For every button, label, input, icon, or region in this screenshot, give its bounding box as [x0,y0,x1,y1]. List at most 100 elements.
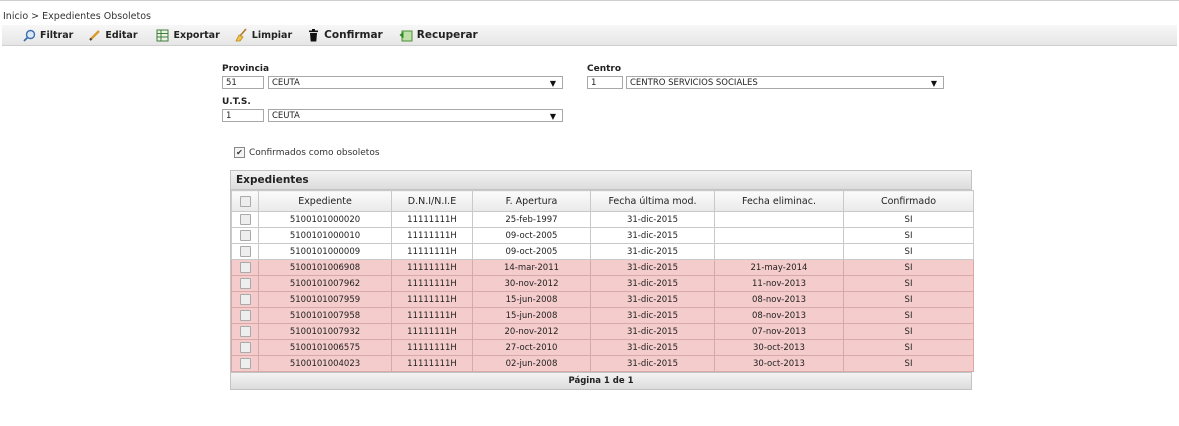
column-header-dni[interactable]: D.N.I/N.I.E [391,190,473,212]
limpiar-button[interactable]: Limpiar [226,25,298,45]
expedientes-table: Expediente D.N.I/N.I.E F. Apertura Fecha… [231,190,974,372]
filtrar-label: Filtrar [40,29,74,41]
cell-eliminac [714,227,844,244]
cell-confirmado: SI [843,275,974,292]
cell-apertura: 15-jun-2008 [472,291,591,308]
pencil-icon [87,28,101,42]
table-row[interactable]: 5100101007959 11111111H 15-jun-2008 31-dic-… [231,291,974,308]
row-checkbox[interactable] [231,291,259,308]
column-header-expediente[interactable]: Expediente [258,190,392,212]
cell-apertura: 27-oct-2010 [472,339,591,356]
cell-eliminac: 08-nov-2013 [714,291,844,308]
table-row[interactable]: 5100101007958 11111111H 15-jun-2008 31-dic-… [231,307,974,324]
dropdown-arrow-icon: ▼ [930,79,937,88]
provincia-code-input[interactable]: 51 [222,76,264,89]
table-row[interactable]: 5100101007932 11111111H 20-nov-2012 31-dic-… [231,323,974,340]
cell-expediente: 5100101004023 [258,355,392,372]
recover-icon [399,28,413,42]
cell-apertura: 14-mar-2011 [472,259,591,276]
confirmados-label: Confirmados como obsoletos [249,147,380,158]
row-checkbox[interactable] [231,323,259,340]
table-row[interactable]: 5100101006575 11111111H 27-oct-2010 31-dic-… [231,339,974,356]
uts-code-input[interactable]: 1 [222,109,264,122]
limpiar-label: Limpiar [251,29,293,41]
table-row[interactable]: 5100101006908 11111111H 14-mar-2011 31-dic-… [231,259,974,276]
cell-expediente: 5100101000009 [258,243,392,260]
row-checkbox[interactable] [231,307,259,324]
cell-ultima: 31-dic-2015 [590,227,715,244]
uts-select-value: CEUTA [272,111,300,121]
uts-label: U.T.S. [222,97,251,107]
cell-expediente: 5100101007932 [258,323,392,340]
grid-caption: Expedientes [231,171,971,190]
table-row[interactable]: 5100101000020 11111111H 25-feb-1997 31-dic-… [231,211,974,228]
cell-expediente: 5100101007958 [258,307,392,324]
cell-eliminac: 21-may-2014 [714,259,844,276]
table-row[interactable]: 5100101000010 11111111H 09-oct-2005 31-dic-… [231,227,974,244]
confirmar-button[interactable]: Confirmar [298,25,389,45]
row-checkbox[interactable] [231,339,259,356]
cell-expediente: 5100101007962 [258,275,392,292]
cell-ultima: 31-dic-2015 [590,259,715,276]
trash-icon [306,28,320,42]
checkbox-icon [239,214,251,225]
toolbar: Filtrar Editar Exportar Limpiar Confirma… [2,25,1177,46]
provincia-select[interactable]: CEUTA ▼ [268,76,563,89]
cell-apertura: 02-jun-2008 [472,355,591,372]
cell-ultima: 31-dic-2015 [590,355,715,372]
column-header-apertura[interactable]: F. Apertura [472,190,591,212]
table-row[interactable]: 5100101000009 11111111H 09-oct-2005 31-dic-… [231,243,974,260]
centro-label: Centro [587,64,622,74]
confirmados-checkbox[interactable]: ✔ Confirmados como obsoletos [234,147,380,158]
cell-apertura: 09-oct-2005 [472,227,591,244]
cell-eliminac: 30-oct-2013 [714,355,844,372]
cell-confirmado: SI [843,355,974,372]
row-checkbox[interactable] [231,259,259,276]
cell-dni: 11111111H [391,339,473,356]
uts-select[interactable]: CEUTA ▼ [268,109,563,122]
cell-expediente: 5100101007959 [258,291,392,308]
cell-dni: 11111111H [391,243,473,260]
centro-select[interactable]: CENTRO SERVICIOS SOCIALES ▼ [626,76,944,89]
cell-apertura: 09-oct-2005 [472,243,591,260]
editar-label: Editar [105,29,138,41]
row-checkbox[interactable] [231,243,259,260]
cell-dni: 11111111H [391,227,473,244]
exportar-label: Exportar [173,29,220,41]
column-header-eliminac[interactable]: Fecha eliminac. [714,190,844,212]
centro-select-value: CENTRO SERVICIOS SOCIALES [630,78,758,88]
breadcrumb: Inicio > Expedientes Obsoletos [3,11,151,22]
cell-confirmado: SI [843,243,974,260]
cell-confirmado: SI [843,259,974,276]
cell-expediente: 5100101000010 [258,227,392,244]
table-header-row: Expediente D.N.I/N.I.E F. Apertura Fecha… [231,190,974,212]
table-row[interactable]: 5100101004023 11111111H 02-jun-2008 31-dic-… [231,355,974,372]
column-header-confirmado[interactable]: Confirmado [843,190,974,212]
confirmar-label: Confirmar [324,29,383,41]
cell-ultima: 31-dic-2015 [590,291,715,308]
exportar-button[interactable]: Exportar [144,25,226,45]
checkbox-icon [239,278,251,289]
checkbox-icon [239,230,251,241]
select-all-checkbox[interactable] [231,190,259,212]
recuperar-button[interactable]: Recuperar [389,25,484,45]
centro-code-input[interactable]: 1 [587,76,623,89]
cell-ultima: 31-dic-2015 [590,323,715,340]
checkbox-icon [239,310,251,321]
row-checkbox[interactable] [231,227,259,244]
checkbox-icon [239,342,251,353]
breadcrumb-separator: > [31,11,40,22]
editar-button[interactable]: Editar [79,25,143,45]
table-row[interactable]: 5100101007962 11111111H 30-nov-2012 31-dic-… [231,275,974,292]
filtrar-button[interactable]: Filtrar [2,25,79,45]
cell-confirmado: SI [843,323,974,340]
breadcrumb-home[interactable]: Inicio [3,11,28,22]
cell-apertura: 20-nov-2012 [472,323,591,340]
cell-eliminac [714,243,844,260]
cell-apertura: 25-feb-1997 [472,211,591,228]
column-header-ultima-mod[interactable]: Fecha última mod. [590,190,715,212]
row-checkbox[interactable] [231,275,259,292]
row-checkbox[interactable] [231,211,259,228]
row-checkbox[interactable] [231,355,259,372]
table-body: 5100101000020 11111111H 25-feb-1997 31-dic-… [231,211,974,372]
